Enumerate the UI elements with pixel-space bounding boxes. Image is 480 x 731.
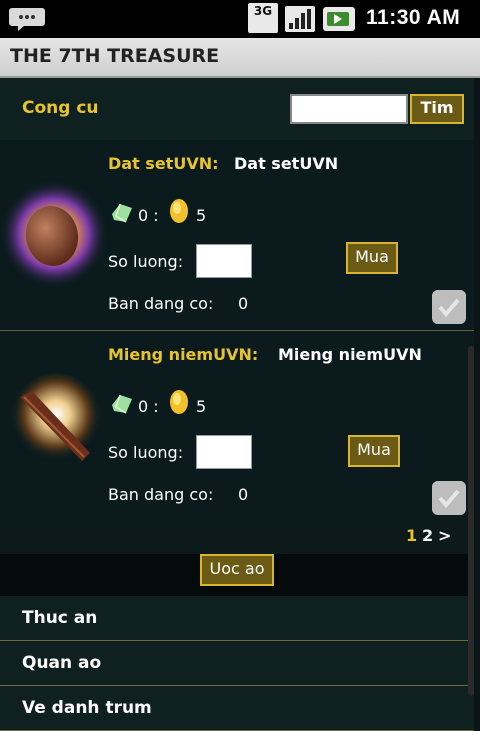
clock: 11:30 AM	[366, 6, 461, 29]
category-row-quan-ao[interactable]: Quan ao	[0, 641, 474, 686]
category-row-ve-danh-trum[interactable]: Ve danh trum	[0, 686, 474, 731]
gem-icon	[112, 203, 132, 223]
page-2-link[interactable]: 2	[422, 526, 433, 545]
wish-button[interactable]: Uoc ao	[200, 554, 274, 586]
title-bar: THE 7TH TREASURE	[0, 38, 480, 78]
owned-label: Ban dang co:	[108, 485, 214, 504]
gem-icon	[112, 394, 132, 414]
item-name-value: Mieng niemUVN	[278, 345, 422, 364]
scrollbar[interactable]	[468, 346, 474, 696]
pagination: 1 2 >	[0, 520, 474, 554]
signal-icon	[285, 6, 315, 32]
wish-row: Uoc ao	[0, 554, 474, 597]
select-checkbox[interactable]	[432, 290, 466, 324]
buy-button[interactable]: Mua	[348, 435, 400, 467]
notification-icon	[9, 8, 45, 31]
gem-price: 0 :	[138, 397, 159, 416]
item-image-egg	[0, 180, 108, 288]
gem-price: 0 :	[138, 206, 159, 225]
coin-icon	[170, 199, 188, 223]
search-input[interactable]	[290, 94, 408, 124]
network-type-icon: 3G	[248, 3, 278, 33]
owned-label: Ban dang co:	[108, 294, 214, 313]
category-name: Cong cu	[22, 98, 99, 118]
search-button[interactable]: Tim	[410, 94, 464, 124]
quantity-input[interactable]	[196, 435, 252, 469]
shop-item: Dat setUVN: Dat setUVN 0 : 5 So luong: M…	[0, 140, 474, 331]
buy-button[interactable]: Mua	[346, 242, 398, 274]
quantity-label: So luong:	[108, 252, 184, 271]
category-row-label: Quan ao	[22, 653, 102, 673]
next-page-link[interactable]: >	[438, 526, 451, 545]
owned-value: 0	[238, 294, 249, 313]
shop-content: Cong cu Tim Dat setUVN: Dat setUVN 0: 5…	[0, 78, 474, 731]
app-title: THE 7TH TREASURE	[10, 45, 220, 67]
item-image-shard	[10, 373, 102, 465]
coin-price: 5	[196, 206, 207, 225]
select-checkbox[interactable]	[432, 481, 466, 515]
owned-value: 0	[238, 485, 249, 504]
item-name-label: Dat setUVN:	[108, 154, 219, 173]
quantity-label: So luong:	[108, 443, 184, 462]
quantity-input[interactable]	[196, 244, 252, 278]
coin-price: 5	[196, 397, 207, 416]
coin-icon	[170, 390, 188, 414]
page-1-link[interactable]: 1	[406, 526, 417, 545]
battery-icon	[323, 7, 355, 31]
item-name-label: Mieng niemUVN:	[108, 345, 259, 364]
category-row-thuc-an[interactable]: Thuc an	[0, 596, 474, 641]
shop-item: Mieng niemUVN: Mieng niemUVN 0 : 5 So lu…	[0, 331, 474, 522]
category-row-label: Ve danh trum	[22, 698, 152, 718]
status-bar: 3G 11:30 AM	[0, 0, 480, 38]
category-header: Cong cu Tim	[0, 78, 474, 141]
category-row-label: Thuc an	[22, 608, 98, 628]
item-name-value: Dat setUVN	[234, 154, 339, 173]
